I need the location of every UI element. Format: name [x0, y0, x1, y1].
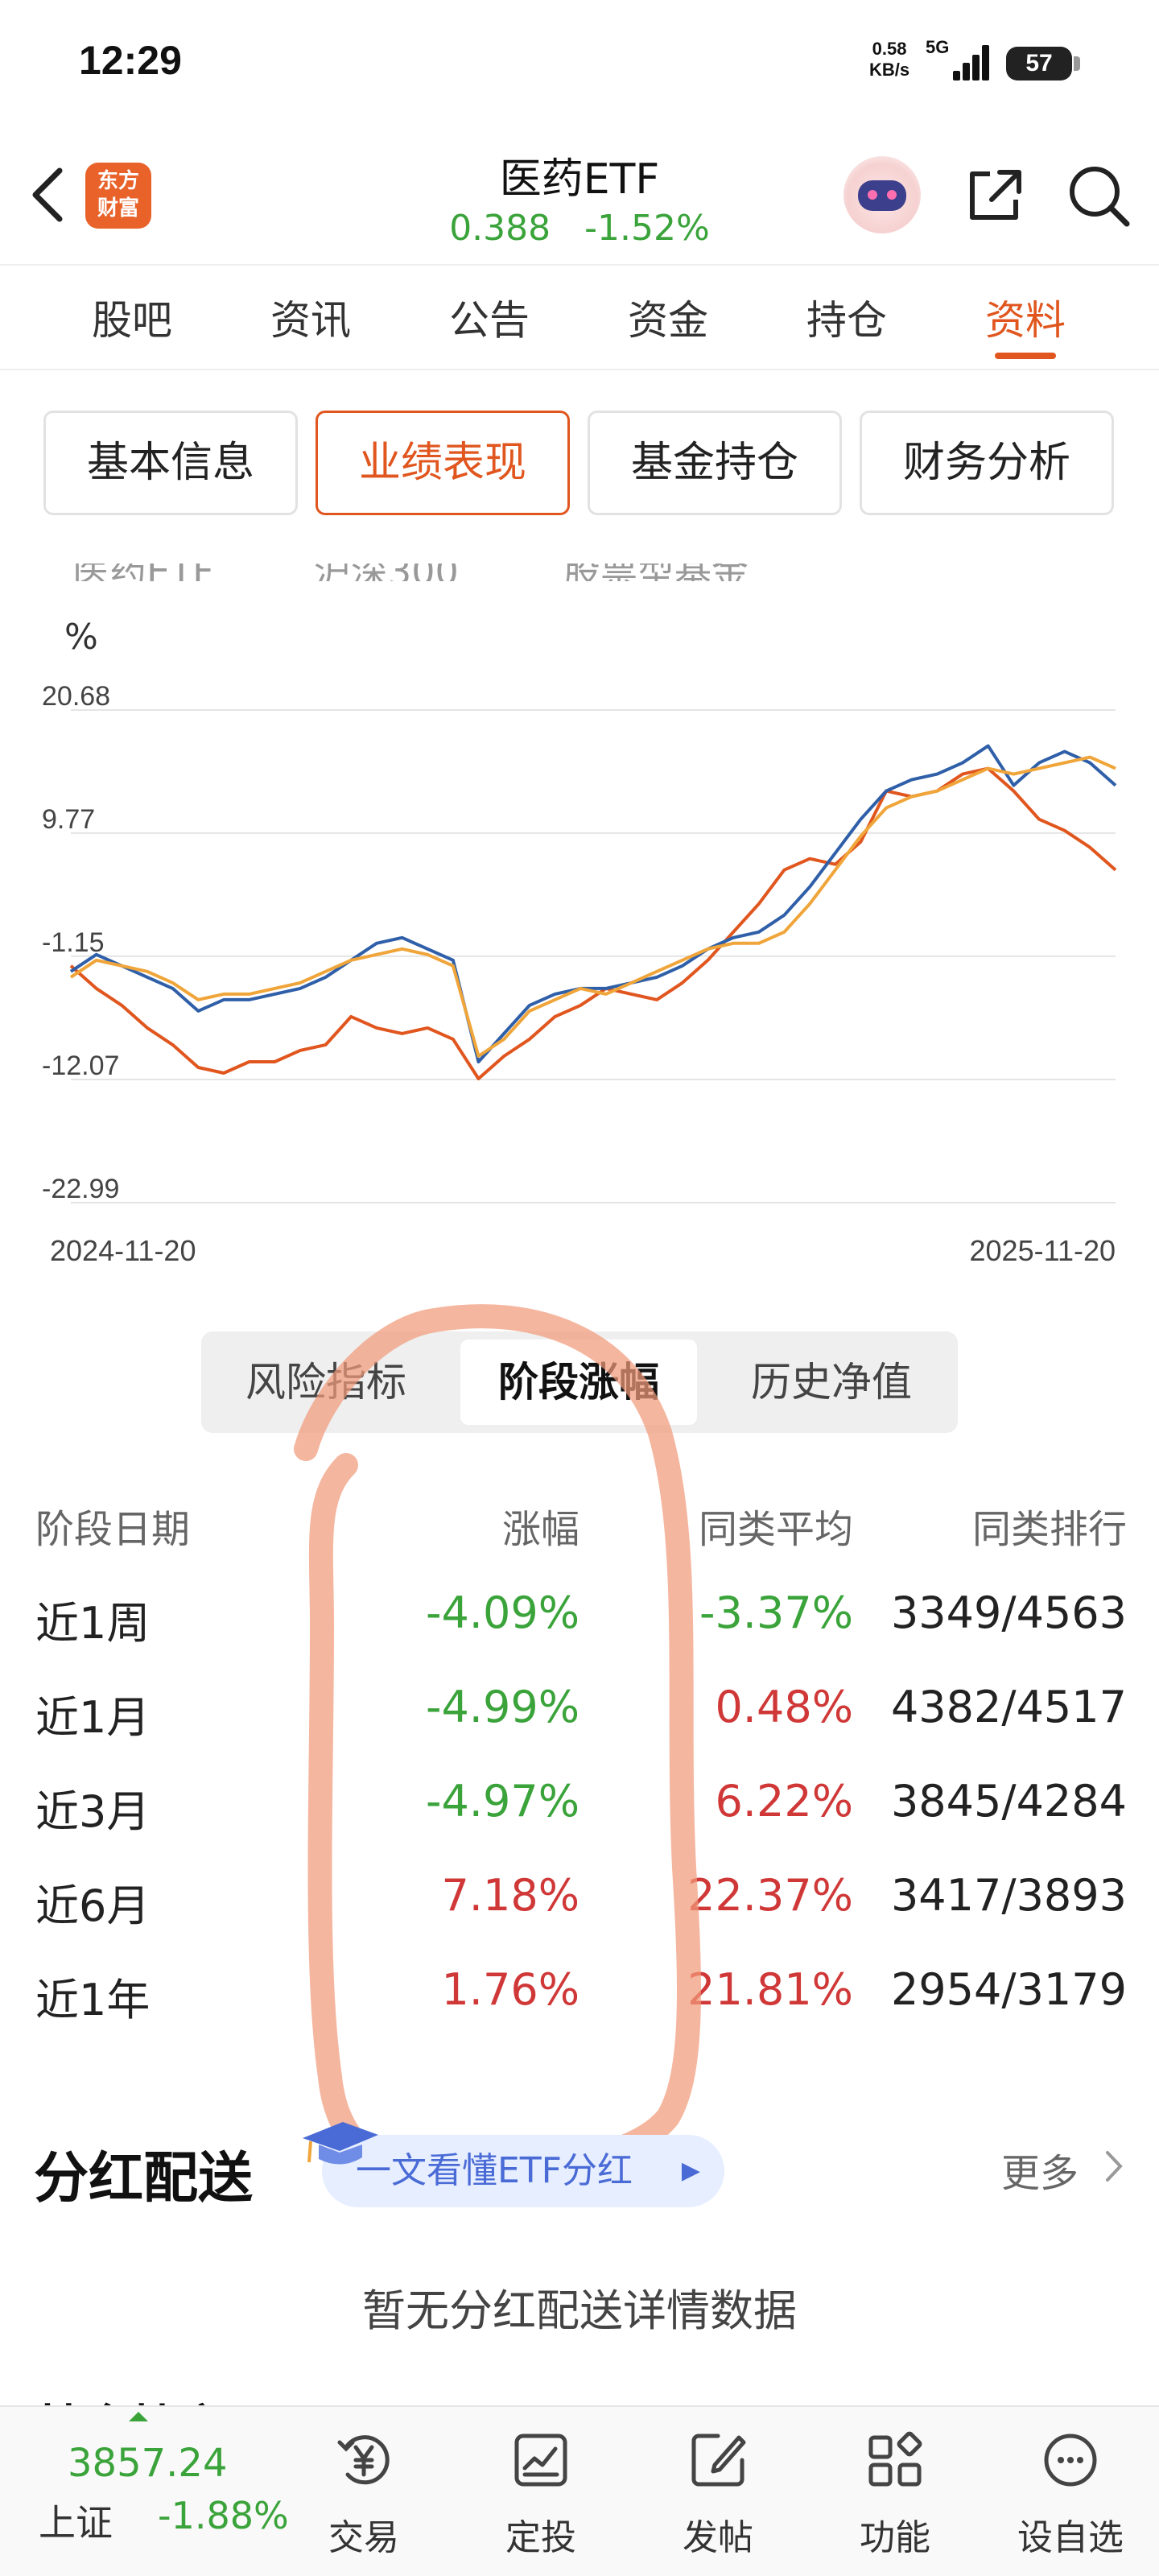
tab-profile[interactable]: 资料: [961, 288, 1090, 346]
tab-capital[interactable]: 资金: [604, 288, 732, 346]
nav-add-watchlist-label: 设自选: [1017, 2517, 1124, 2558]
row-peer-rank: 3417/3893: [890, 1870, 1127, 1921]
net-speed-value: 0.58: [872, 39, 907, 59]
subtab-performance[interactable]: 业绩表现: [316, 411, 570, 515]
y-tick-label: -12.07: [42, 1051, 119, 1081]
row-peer-rank: 3349/4563: [890, 1587, 1127, 1638]
net-speed: 0.58 KB/s: [869, 39, 909, 80]
row-peer-rank: 3845/4284: [890, 1776, 1127, 1827]
dividend-section-title: 分红配送: [34, 2147, 254, 2211]
nav-functions[interactable]: 功能: [815, 2407, 975, 2576]
chart-board-icon: [514, 2434, 567, 2487]
play-arrow-icon: ▶: [681, 2157, 700, 2185]
y-tick-label: 9.77: [42, 804, 95, 835]
subtab-basic-info[interactable]: 基本信息: [43, 411, 298, 515]
active-tab-indicator: [995, 353, 1056, 359]
more-link[interactable]: 更多: [1001, 2141, 1079, 2198]
share-icon[interactable]: [963, 163, 1027, 227]
nav-add-watchlist[interactable]: 设自选: [990, 2407, 1151, 2576]
row-peer-rank: 2954/3179: [890, 1964, 1127, 2015]
series-line-1: [69, 744, 1117, 1063]
edit-icon: [691, 2434, 746, 2487]
tab-holdings[interactable]: 持仓: [782, 288, 911, 346]
y-axis-unit: %: [64, 617, 98, 658]
nav-fixed-investment-label: 定投: [505, 2517, 576, 2558]
signal-icon: [951, 42, 992, 80]
row-period: 近1月: [35, 1692, 151, 1743]
index-value: 3857.24: [68, 2441, 228, 2486]
current-price: 0.388: [449, 208, 551, 249]
nav-fixed-investment[interactable]: 定投: [460, 2407, 621, 2576]
series-line-2: [69, 755, 1116, 1058]
x-tick-start: 2024-11-20: [50, 1234, 196, 1267]
row-period: 近3月: [35, 1786, 151, 1837]
row-period: 近6月: [35, 1880, 151, 1931]
header: 东方 财富 医药ETF 0.388 -1.52%: [0, 121, 1159, 266]
graduation-cap-icon: [303, 2122, 378, 2165]
header-peer-rank: 同类排行: [971, 1507, 1127, 1552]
guide-link-label: 一文看懂ETF分红: [356, 2150, 633, 2191]
status-bar: 12:29 0.58 KB/s 5G 57: [0, 0, 1159, 121]
tab-guba[interactable]: 股吧: [68, 288, 196, 346]
grid-apps-icon: [868, 2431, 922, 2487]
sub-tabs: 基本信息 业绩表现 基金持仓 财务分析: [0, 411, 1159, 520]
subtab-financial-analysis[interactable]: 财务分析: [860, 411, 1114, 515]
assistant-robot-icon[interactable]: [843, 156, 921, 233]
market-index-ticker[interactable]: 3857.24 上证 -1.88%: [0, 2407, 290, 2576]
tab-announcements[interactable]: 公告: [425, 288, 554, 346]
series-line-0: [69, 766, 1117, 1080]
nav-post[interactable]: 发帖: [637, 2407, 798, 2576]
row-peer-rank: 4382/4517: [890, 1682, 1127, 1732]
battery-icon: 57: [1006, 47, 1080, 80]
nav-trade[interactable]: 交易: [283, 2407, 444, 2576]
segment-historical-nav[interactable]: 历史净值: [713, 1340, 950, 1425]
price-change-pct: -1.52%: [584, 208, 710, 249]
caret-up-icon: [129, 2412, 148, 2421]
nav-functions-label: 功能: [860, 2517, 930, 2558]
x-tick-end: 2025-11-20: [970, 1234, 1116, 1267]
row-period: 近1年: [35, 1975, 151, 2025]
y-tick-label: -22.99: [42, 1174, 119, 1204]
nav-post-label: 发帖: [683, 2517, 753, 2558]
chevron-right-icon[interactable]: [1103, 2148, 1125, 2185]
trade-yen-icon: [337, 2435, 390, 2485]
net-speed-unit: KB/s: [869, 60, 910, 80]
y-tick-label: -1.15: [42, 927, 105, 958]
status-time: 12:29: [79, 38, 182, 83]
row-period: 近1周: [35, 1598, 151, 1649]
more-dots-icon: [1044, 2434, 1097, 2487]
tab-news[interactable]: 资讯: [246, 288, 375, 346]
index-change: -1.88%: [158, 2494, 289, 2537]
nav-trade-label: 交易: [328, 2517, 399, 2558]
chart-canvas: % 20.689.77-1.15-12.07-22.99 2024-11-20 …: [42, 617, 1117, 1267]
top-tabs: 股吧 资讯 公告 资金 持仓 资料: [0, 266, 1159, 370]
no-dividend-data-message: 暂无分红配送详情数据: [362, 2285, 797, 2336]
header-period: 阶段日期: [35, 1507, 191, 1552]
network-type: 5G: [926, 37, 950, 57]
performance-chart: 医药ETF 沪深300 股票型基金 % 20.68 9.77 -1.15 -12.07…: [0, 531, 1159, 1280]
y-tick-label: 20.68: [42, 681, 110, 712]
hand-drawn-circle-annotation: [294, 1304, 701, 2187]
search-icon[interactable]: [1064, 161, 1132, 229]
index-name: 上证: [39, 2501, 113, 2545]
bottom-toolbar: 3857.24 上证 -1.88% 交易 定投 发帖 功能 设自选: [0, 2405, 1159, 2576]
subtab-fund-holdings[interactable]: 基金持仓: [588, 411, 842, 515]
